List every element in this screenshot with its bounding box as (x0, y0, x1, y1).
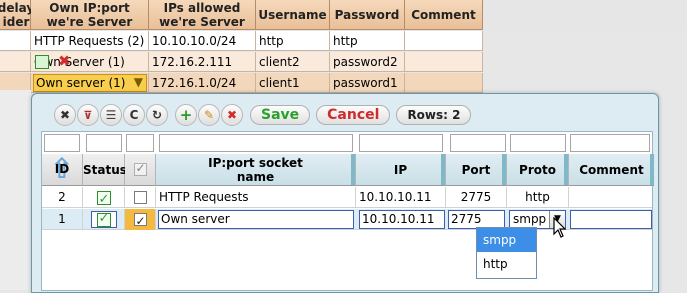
col-header-socket[interactable]: IP:port socket name (156, 154, 356, 186)
col-header-port[interactable]: Port (446, 154, 507, 186)
proto-option-http[interactable]: http (477, 252, 536, 276)
table-row[interactable]: Own Server (1) 172.16.2.111 client2 pass… (0, 52, 483, 72)
row-delete-red-icon[interactable]: ✖ (58, 54, 72, 69)
col-header-ip[interactable]: IP (356, 154, 446, 186)
select-all-checkbox[interactable] (133, 161, 147, 176)
col-header-id[interactable]: ⇧ ID (42, 154, 83, 186)
mouse-cursor-icon (553, 217, 567, 238)
col-header-password[interactable]: Password (330, 0, 405, 30)
edit-dialog: ✖ ⊽ ☰ C ↻ + ✎ ✖ Save Cancel Rows: 2 ⇧ ID (31, 93, 659, 293)
filter-socket-input[interactable] (159, 134, 353, 152)
status-checkbox[interactable] (96, 211, 111, 227)
col-header-own-ip[interactable]: Own IP:port we're Server (31, 0, 149, 30)
filter-id-input[interactable] (44, 134, 80, 152)
filter-row (42, 132, 652, 152)
filter-proto-input[interactable] (510, 134, 566, 152)
proto-dropdown-list: smpp http (476, 227, 537, 279)
columns-icon[interactable]: ☰ (100, 104, 122, 126)
table-row[interactable]: Own server (1) ▼ 172.16.1.0/24 client1 p… (0, 73, 483, 93)
table-row[interactable]: 2 HTTP Requests 10.10.10.11 2775 http (42, 187, 652, 208)
remove-icon[interactable]: ✖ (221, 104, 243, 126)
socket-select[interactable]: Own server (1) ▼ (33, 74, 147, 92)
filter-comment-input[interactable] (570, 134, 650, 152)
proto-option-smpp[interactable]: smpp (477, 228, 536, 252)
table-row[interactable]: HTTP Requests (2) 10.10.10.0/24 http htt… (0, 31, 483, 51)
delete-icon[interactable]: ✖ (54, 104, 76, 126)
save-button[interactable]: Save (250, 105, 311, 125)
col-header-proto[interactable]: Proto (507, 154, 569, 186)
ip-input[interactable]: 10.10.10.11 (359, 210, 445, 229)
row-select-checkbox[interactable] (133, 211, 147, 230)
dialog-toolbar: ✖ ⊽ ☰ C ↻ + ✎ ✖ Save Cancel Rows: 2 (54, 104, 477, 126)
socket-name-input[interactable]: Own server (158, 210, 354, 229)
comment-input[interactable] (570, 210, 652, 229)
col-header-comment[interactable]: Comment (569, 154, 654, 186)
col-header-username[interactable]: Username (256, 0, 330, 30)
filter-ip-input[interactable] (359, 134, 443, 152)
filter-port-input[interactable] (450, 134, 506, 152)
status-checkbox[interactable] (96, 189, 111, 208)
filter-status-input[interactable] (86, 134, 122, 152)
chevron-down-icon: ▼ (133, 75, 143, 89)
filter-check-input[interactable] (126, 134, 154, 152)
row-select-checkbox[interactable] (133, 191, 147, 204)
row-status-green-icon[interactable] (35, 55, 49, 69)
col-header-ips-allowed[interactable]: IPs allowed we're Server (149, 0, 256, 30)
filter-clear-icon[interactable]: ⊽ (77, 104, 99, 126)
col-header-select-all[interactable] (125, 154, 156, 186)
edit-icon[interactable]: ✎ (198, 104, 220, 126)
col-header-status[interactable]: Status (83, 154, 127, 186)
col-header-comment[interactable]: Comment (405, 0, 483, 30)
reload-icon[interactable]: ↻ (146, 104, 168, 126)
rows-count-badge: Rows: 2 (396, 105, 472, 125)
cancel-button[interactable]: Cancel (316, 105, 391, 125)
edit-grid: ⇧ ID Status IP:port socket name IP Port … (41, 131, 654, 291)
col-header-delay[interactable]: delay ider (0, 0, 34, 30)
add-icon[interactable]: + (175, 104, 197, 126)
refresh-icon[interactable]: C (123, 104, 145, 126)
